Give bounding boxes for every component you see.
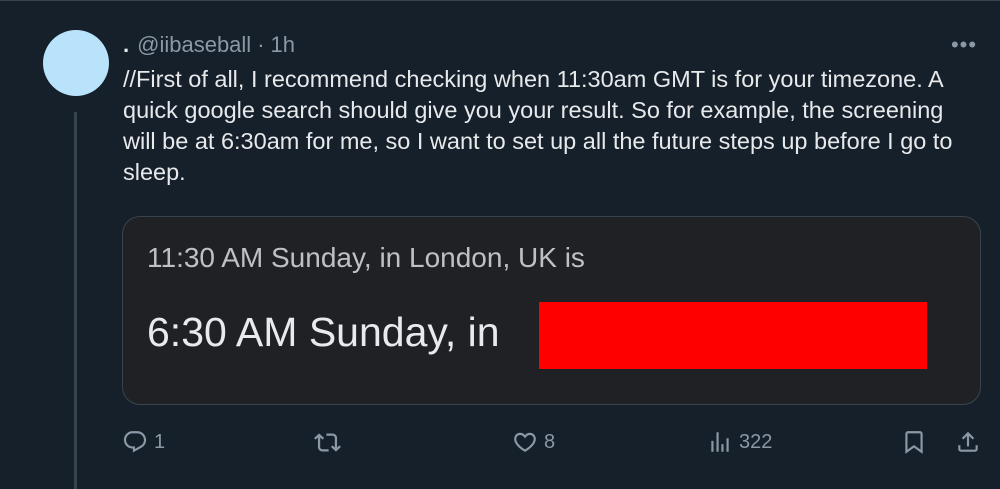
more-options-icon[interactable]: ••• [948, 32, 980, 57]
tweet-text: //First of all, I recommend checking whe… [123, 66, 953, 185]
top-divider [0, 0, 1000, 1]
tweet-reply-screen: . @iibaseball · 1h ••• //First of all, I… [0, 0, 1000, 489]
share-icon [958, 431, 978, 452]
tweet-header: . @iibaseball · 1h [123, 30, 295, 60]
reply-button[interactable]: 1 [122, 424, 165, 460]
bookmark-icon [905, 431, 923, 454]
share-button[interactable] [955, 424, 981, 460]
like-count: 8 [544, 430, 556, 453]
analytics-icon [711, 432, 729, 452]
timestamp[interactable]: 1h [271, 32, 295, 58]
handle[interactable]: @iibaseball [137, 32, 251, 58]
media-line-1: 11:30 AM Sunday, in London, UK is [147, 242, 585, 273]
views-count: 322 [739, 430, 773, 453]
header-separator: · [257, 32, 265, 57]
like-button[interactable]: 8 [512, 424, 555, 460]
avatar[interactable] [43, 30, 109, 96]
media-image[interactable]: 11:30 AM Sunday, in London, UK is 6:30 A… [122, 216, 981, 405]
redaction-box [539, 302, 927, 369]
media-line-2: 6:30 AM Sunday, in [147, 309, 500, 355]
reply-icon [123, 431, 147, 453]
action-bar: 1 8 322 [0, 424, 1000, 460]
bookmark-button[interactable] [901, 424, 927, 460]
heart-icon [514, 432, 536, 452]
display-name[interactable]: . [123, 32, 129, 58]
reply-count: 1 [154, 430, 166, 453]
retweet-button[interactable] [314, 424, 347, 460]
retweet-icon [314, 432, 341, 452]
views-button[interactable]: 322 [707, 424, 772, 460]
